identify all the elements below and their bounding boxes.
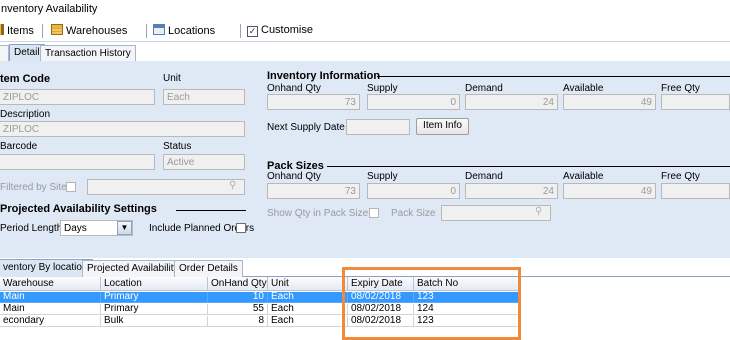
inv-demand-field: 24	[465, 94, 558, 110]
column-header-onhand-qty[interactable]: OnHand Qty	[208, 277, 268, 291]
cell-onhand-qty: 8	[208, 316, 268, 327]
tab-inventory-by-location[interactable]: ventory By location	[0, 259, 93, 277]
site-field[interactable]	[87, 179, 245, 195]
checkbox-icon: ✓	[247, 26, 258, 37]
top-tabstrip: Detail Transaction History	[0, 43, 730, 62]
toolbar-locations-label: Locations	[168, 25, 216, 37]
cell-location: Bulk	[101, 316, 208, 327]
unit-field[interactable]: Each	[163, 89, 245, 105]
item-code-field[interactable]: ZIPLOC	[0, 89, 155, 105]
toolbar-warehouses-label: Warehouses	[66, 25, 128, 37]
show-qty-pack-size-label: Show Qty in Pack Size	[267, 208, 369, 219]
next-supply-date-field[interactable]	[346, 119, 410, 135]
locations-icon	[153, 24, 165, 35]
pack-onhand-label: Onhand Qty	[267, 171, 321, 182]
pack-demand-label: Demand	[465, 171, 503, 182]
section-divider	[377, 76, 730, 77]
cell-location: Primary	[101, 304, 208, 315]
item-info-button[interactable]: Item Info	[416, 118, 469, 135]
toolbar-items-button[interactable]: Items	[0, 24, 34, 37]
cell-warehouse: Main	[0, 304, 101, 315]
column-header-location[interactable]: Location	[101, 277, 208, 291]
barcode-label: Barcode	[0, 141, 38, 152]
search-icon[interactable]: ⚲	[535, 206, 542, 217]
pack-demand-field: 24	[465, 183, 558, 199]
item-code-label: tem Code	[0, 73, 51, 85]
barcode-field[interactable]	[0, 154, 155, 170]
cell-location: Primary	[101, 292, 208, 303]
show-qty-pack-size-checkbox[interactable]	[369, 208, 379, 218]
status-label: Status	[163, 141, 192, 152]
status-field[interactable]: Active	[163, 154, 245, 170]
inv-onhand-label: Onhand Qty	[267, 83, 321, 94]
warehouse-icon	[51, 24, 63, 35]
filtered-by-site-checkbox[interactable]	[66, 182, 76, 192]
toolbar: Items Warehouses Locations ✓ Customise	[0, 20, 730, 42]
include-planned-orders-checkbox[interactable]	[236, 223, 246, 233]
period-length-label: Period Length	[0, 223, 63, 234]
pack-supply-field: 0	[367, 183, 460, 199]
unit-label: Unit	[163, 73, 181, 84]
cell-onhand-qty: 55	[208, 304, 268, 315]
projected-settings-title: Projected Availability Settings	[0, 203, 157, 215]
chevron-down-icon[interactable]: ▼	[117, 221, 132, 235]
toolbar-locations-button[interactable]: Locations	[153, 24, 215, 37]
search-icon[interactable]: ⚲	[229, 180, 236, 191]
filtered-by-site-label: Filtered by Site	[0, 182, 67, 193]
cell-unit: Each	[268, 292, 348, 303]
cell-unit: Each	[268, 304, 348, 315]
pack-available-label: Available	[563, 171, 604, 182]
inventory-info-title: Inventory Information	[267, 70, 381, 82]
toolbar-separator	[42, 24, 43, 38]
toolbar-separator	[146, 24, 147, 38]
tab-projected-availability[interactable]: Projected Availability	[82, 260, 184, 277]
next-supply-date-label: Next Supply Date	[267, 122, 345, 133]
section-divider	[327, 166, 730, 167]
inv-available-field: 49	[563, 94, 656, 110]
cell-unit: Each	[268, 316, 348, 327]
toolbar-items-label: Items	[7, 25, 34, 37]
pack-freeqty-field	[661, 183, 730, 199]
toolbar-separator	[240, 24, 241, 38]
inv-onhand-field: 73	[267, 94, 360, 110]
toolbar-warehouses-button[interactable]: Warehouses	[51, 24, 127, 37]
items-icon	[0, 24, 4, 35]
inv-demand-label: Demand	[465, 83, 503, 94]
tab-hidden[interactable]	[0, 45, 9, 62]
description-label: Description	[0, 109, 51, 120]
tab-order-details[interactable]: Order Details	[174, 260, 243, 277]
highlight-box	[342, 267, 521, 340]
inv-freeqty-field	[661, 94, 730, 110]
toolbar-customise-label: Customise	[261, 24, 313, 36]
inv-freeqty-label: Free Qty	[661, 83, 700, 94]
cell-warehouse: econdary	[0, 316, 101, 327]
period-length-value: Days	[64, 223, 87, 234]
pack-freeqty-label: Free Qty	[661, 171, 700, 182]
inv-supply-field: 0	[367, 94, 460, 110]
section-divider	[176, 210, 246, 211]
pack-size-label: Pack Size	[391, 208, 436, 219]
cell-onhand-qty: 10	[208, 292, 268, 303]
tab-transaction-history[interactable]: Transaction History	[40, 45, 136, 62]
cell-warehouse: Main	[0, 292, 101, 303]
toolbar-customise-button[interactable]: ✓ Customise	[247, 24, 313, 37]
pack-available-field: 49	[563, 183, 656, 199]
pack-supply-label: Supply	[367, 171, 398, 182]
pack-onhand-field: 73	[267, 183, 360, 199]
inv-available-label: Available	[563, 83, 604, 94]
description-field[interactable]: ZIPLOC	[0, 121, 245, 137]
window-title: nventory Availability	[1, 3, 98, 15]
column-header-unit[interactable]: Unit	[268, 277, 348, 291]
column-header-warehouse[interactable]: Warehouse	[0, 277, 101, 291]
inv-supply-label: Supply	[367, 83, 398, 94]
detail-panel: tem Code Unit ZIPLOC Each Description ZI…	[0, 61, 730, 258]
